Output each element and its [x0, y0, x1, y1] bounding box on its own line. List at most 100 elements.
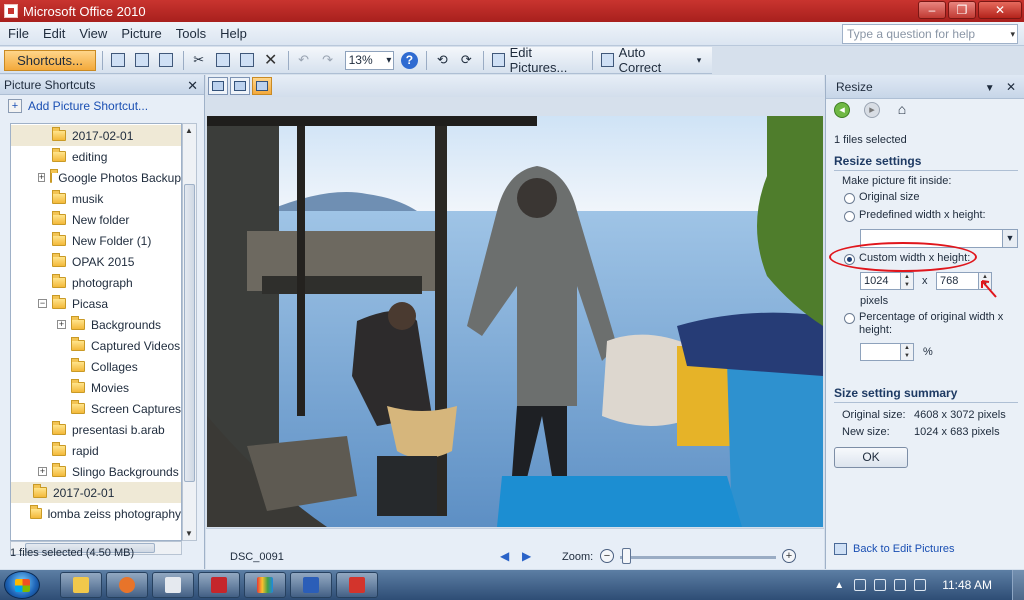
width-spinner[interactable]: ▲ ▼	[900, 273, 913, 289]
tree-item[interactable]: presentasi b.arab	[11, 419, 181, 440]
percentage-size-radio[interactable]	[844, 313, 855, 324]
taskbar-clock[interactable]: 11:48 AM	[942, 578, 992, 592]
toolbar-separator	[426, 50, 428, 70]
print-button[interactable]	[131, 50, 153, 71]
undo-button[interactable]: ↶	[293, 50, 315, 71]
thumbnail-view-button[interactable]	[208, 77, 228, 95]
rotate-left-button[interactable]: ⟲	[431, 50, 453, 71]
chevron-down-icon[interactable]: ▾	[1010, 25, 1015, 43]
tree-item[interactable]: Screen Captures	[11, 398, 181, 419]
show-desktop-button[interactable]	[1012, 570, 1024, 600]
taskbar-antivirus[interactable]	[198, 572, 240, 598]
single-picture-view-button[interactable]	[252, 77, 272, 95]
custom-width-input[interactable]: 1024 ▲ ▼	[860, 272, 914, 290]
rotate-right-button[interactable]: ⟳	[455, 50, 477, 71]
menu-help[interactable]: Help	[220, 26, 247, 41]
tree-item[interactable]: OPAK 2015	[11, 251, 181, 272]
tree-item[interactable]: New Folder (1)	[11, 230, 181, 251]
tree-item[interactable]: photograph	[11, 272, 181, 293]
expand-icon[interactable]: +	[57, 320, 66, 329]
close-button[interactable]: ✕	[978, 1, 1022, 19]
maximize-button[interactable]: ❐	[948, 1, 976, 19]
home-icon[interactable]: ⌂	[894, 102, 910, 118]
tree-item[interactable]: Movies	[11, 377, 181, 398]
forward-arrow-icon[interactable]: ▸	[864, 102, 880, 118]
tree-item[interactable]: 2017-02-01	[11, 125, 181, 146]
scroll-up-icon[interactable]: ▲	[185, 126, 193, 135]
taskbar-word[interactable]	[290, 572, 332, 598]
tree-item[interactable]: rapid	[11, 440, 181, 461]
collapse-icon[interactable]: −	[38, 299, 47, 308]
volume-icon[interactable]	[894, 579, 907, 591]
redo-button[interactable]: ↷	[317, 50, 339, 71]
chevron-down-icon[interactable]: ▼	[1002, 230, 1017, 247]
chevron-down-icon[interactable]: ▼	[985, 83, 995, 94]
paste-button[interactable]	[236, 50, 258, 71]
expand-icon[interactable]: +	[38, 173, 46, 182]
folder-icon	[52, 421, 66, 435]
email-button[interactable]	[155, 50, 177, 71]
help-button[interactable]: ?	[398, 50, 420, 71]
ok-button[interactable]: OK	[834, 447, 908, 468]
menu-picture[interactable]: Picture	[121, 26, 161, 41]
taskbar-picasa[interactable]	[244, 572, 286, 598]
tree-item[interactable]: + Slingo Backgrounds	[11, 461, 181, 482]
percentage-input[interactable]: ▲ ▼	[860, 343, 914, 361]
taskbar-app[interactable]	[152, 572, 194, 598]
back-arrow-icon[interactable]: ◂	[834, 102, 850, 118]
taskbar-firefox[interactable]	[106, 572, 148, 598]
tree-item[interactable]: 2017-02-01	[11, 482, 181, 503]
tree-item-label: Google Photos Backup	[58, 170, 182, 185]
filmstrip-view-button[interactable]	[230, 77, 250, 95]
display-icon[interactable]	[914, 579, 927, 591]
expand-icon[interactable]: +	[38, 467, 47, 476]
next-picture-button[interactable]: ▶	[522, 549, 531, 563]
tree-item[interactable]: − Picasa	[11, 293, 181, 314]
tree-item[interactable]: editing	[11, 146, 181, 167]
zoom-slider-track[interactable]	[620, 556, 776, 559]
zoom-in-icon[interactable]: +	[782, 549, 796, 563]
shortcuts-button[interactable]: Shortcuts...	[4, 49, 96, 71]
auto-correct-button[interactable]: Auto Correct	[597, 45, 686, 75]
edit-pictures-button[interactable]: Edit Pictures...	[488, 45, 586, 75]
zoom-combo[interactable]: 13%	[344, 50, 395, 70]
percentage-spinner[interactable]: ▲ ▼	[900, 344, 913, 360]
menu-tools[interactable]: Tools	[176, 26, 206, 41]
tree-item[interactable]: musik	[11, 188, 181, 209]
close-icon[interactable]: ✕	[187, 78, 198, 94]
save-button[interactable]	[107, 50, 129, 71]
zoom-slider-thumb[interactable]	[622, 548, 631, 564]
taskbar-picture-manager[interactable]	[336, 572, 378, 598]
tree-item[interactable]: + Google Photos Backup	[11, 167, 181, 188]
tree-item[interactable]: lomba zeiss photography	[11, 503, 181, 524]
zoom-out-icon[interactable]: −	[600, 549, 614, 563]
predefined-size-radio[interactable]	[844, 211, 855, 222]
menu-edit[interactable]: Edit	[43, 26, 65, 41]
help-search-input[interactable]: Type a question for help ▾	[842, 24, 1018, 44]
cut-button[interactable]: ✂	[188, 50, 210, 71]
close-icon[interactable]: ✕	[1006, 80, 1016, 94]
folder-tree[interactable]: 2017-02-01 editing + Google Photos Backup mu…	[10, 123, 182, 541]
tree-item[interactable]: + Backgrounds	[11, 314, 181, 335]
minimize-button[interactable]: –	[918, 1, 946, 19]
flag-icon[interactable]	[874, 579, 887, 591]
toolbar-options-button[interactable]: ▾	[688, 50, 710, 71]
scroll-thumb[interactable]	[184, 184, 195, 482]
scroll-down-icon[interactable]: ▼	[185, 529, 193, 538]
back-to-edit-pictures-link[interactable]: Back to Edit Pictures	[834, 543, 955, 555]
tree-vertical-scrollbar[interactable]: ▲ ▼	[182, 123, 197, 541]
menu-view[interactable]: View	[79, 26, 107, 41]
previous-picture-button[interactable]: ◀	[500, 549, 509, 563]
menu-file[interactable]: File	[8, 26, 29, 41]
tree-item[interactable]: Captured Videos	[11, 335, 181, 356]
add-picture-shortcut-link[interactable]: + Add Picture Shortcut...	[0, 95, 204, 117]
original-size-radio[interactable]	[844, 193, 855, 204]
tree-item[interactable]: New folder	[11, 209, 181, 230]
chevron-up-icon[interactable]: ▲	[834, 580, 844, 591]
copy-button[interactable]	[212, 50, 234, 71]
tree-item[interactable]: Collages	[11, 356, 181, 377]
taskbar-explorer[interactable]	[60, 572, 102, 598]
delete-button[interactable]: ✕	[260, 50, 282, 71]
start-button[interactable]	[4, 571, 40, 599]
network-icon[interactable]	[854, 579, 867, 591]
